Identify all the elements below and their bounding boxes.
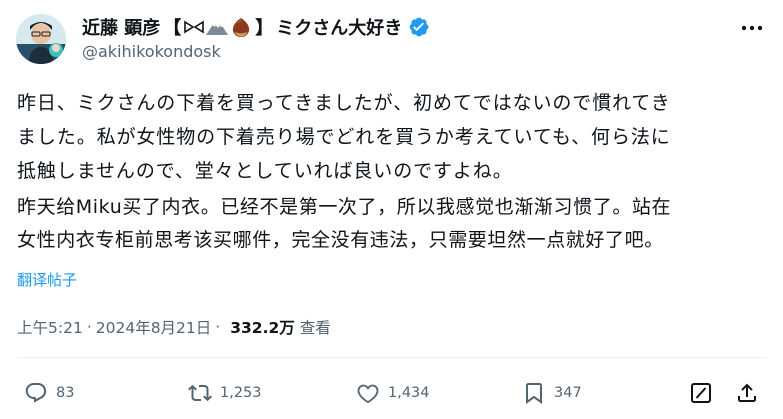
translation-line: 女性内衣专柜前思考该买哪件，完全没有违法，只需要坦然一点就好了吧。: [17, 229, 664, 251]
meta-separator: ·: [86, 318, 92, 336]
avatar[interactable]: [16, 14, 66, 64]
avatar-image: [16, 14, 66, 64]
like-button[interactable]: 1,434: [356, 380, 430, 406]
like-count: 1,434: [388, 385, 430, 401]
bowtie-icon: [184, 20, 205, 34]
name-bracket-close: 】: [255, 18, 274, 39]
tweet-text-japanese: 昨日、ミクさんの下着を買ってきましたが、初めてではないので慣れてき ました。私が…: [17, 86, 777, 188]
view-count: 332.2万: [230, 319, 295, 337]
author-name[interactable]: 近藤 顕彦: [82, 14, 160, 40]
name-bracket-open: 【: [163, 18, 182, 39]
tweet-date[interactable]: 2024年8月21日: [96, 316, 212, 338]
retweet-button[interactable]: 1,253: [188, 380, 262, 406]
reply-icon: [25, 383, 47, 403]
author-handle[interactable]: @akihikokondosk: [82, 42, 221, 61]
meta-separator: ·: [215, 318, 221, 336]
share-button[interactable]: [734, 380, 760, 406]
more-options-button[interactable]: [739, 18, 765, 38]
translation-line: 昨天给Miku买了内衣。已经不是第一次了，所以我感觉也渐渐习惯了。站在: [17, 196, 672, 218]
retweet-count: 1,253: [220, 385, 262, 401]
tweet-card: 近藤 顕彦 【 】 ミクさん大好き @akihikokondosk 昨日、ミクさ…: [0, 0, 783, 419]
view-label: 查看: [299, 319, 331, 337]
author-name-suffix: ミクさん大好き: [276, 18, 403, 39]
divider: [17, 357, 766, 358]
heart-icon: [357, 384, 379, 404]
tweet-meta: 上午5:21 · 2024年8月21日 · 332.2万 查看: [17, 316, 331, 338]
chestnut-icon: [233, 18, 250, 37]
bookmark-count: 347: [554, 385, 582, 401]
tweet-text-translation: 昨天给Miku买了内衣。已经不是第一次了，所以我感觉也渐渐习惯了。站在 女性内衣…: [17, 191, 777, 257]
grok-button[interactable]: [688, 380, 714, 406]
mountain-icon: [206, 23, 229, 35]
reply-count: 83: [56, 385, 75, 401]
tweet-time[interactable]: 上午5:21: [17, 316, 83, 338]
bookmark-button[interactable]: 347: [522, 380, 582, 406]
verified-badge-icon[interactable]: [408, 16, 430, 38]
author-name-row[interactable]: 近藤 顕彦 【 】 ミクさん大好き: [82, 15, 430, 39]
retweet-icon: [188, 384, 212, 402]
more-dots-icon: [741, 25, 763, 31]
tweet-text-line: 抵触しませんので、堂々としていれば良いのですよね。: [17, 160, 513, 182]
tweet-text-line: ました。私が女性物の下着売り場でどれを買うか考えていても、何ら法に: [17, 126, 671, 148]
share-icon: [738, 383, 756, 402]
grok-icon: [691, 383, 711, 403]
name-emoji-group: [184, 16, 252, 38]
reply-button[interactable]: 83: [24, 380, 74, 406]
translate-post-link[interactable]: 翻译帖子: [17, 269, 77, 290]
tweet-text-line: 昨日、ミクさんの下着を買ってきましたが、初めてではないので慣れてき: [17, 92, 671, 114]
bookmark-icon: [526, 383, 542, 404]
